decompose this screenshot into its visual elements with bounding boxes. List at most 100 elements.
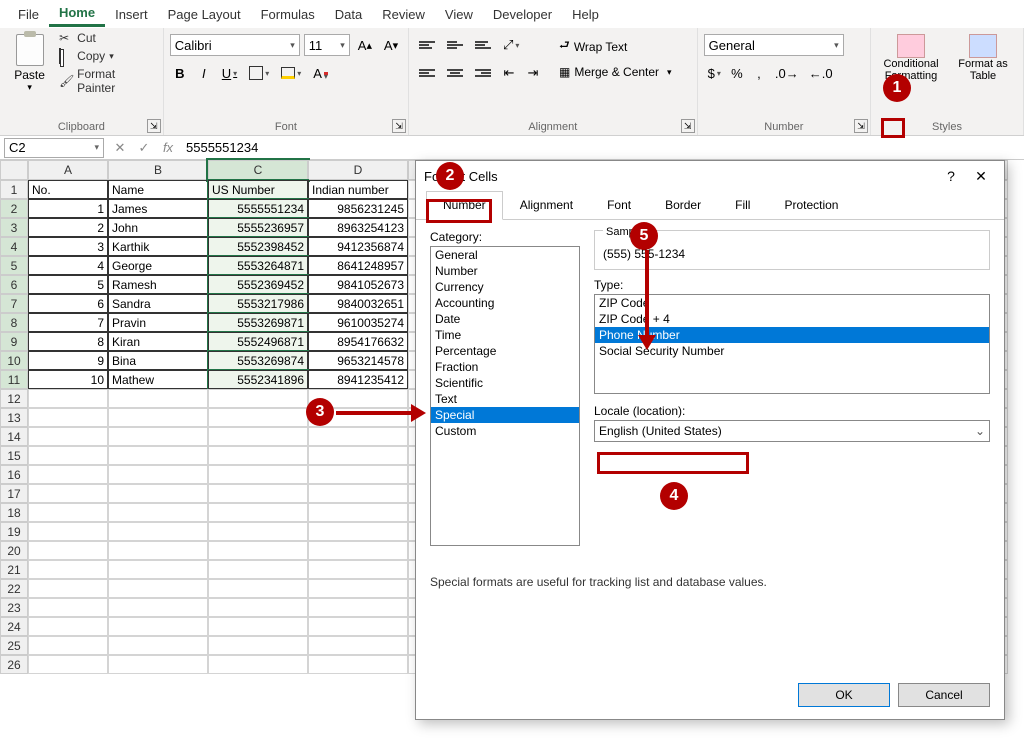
cell-A10[interactable]: 9 [28, 351, 108, 370]
row-header-8[interactable]: 8 [0, 313, 28, 332]
font-size-select[interactable]: 11 [304, 34, 350, 56]
menu-data[interactable]: Data [325, 3, 372, 26]
cell-B18[interactable] [108, 503, 208, 522]
format-painter-button[interactable]: 🖌Format Painter [57, 66, 157, 96]
cell-C18[interactable] [208, 503, 308, 522]
dialog-tab-font[interactable]: Font [590, 191, 648, 219]
row-header-10[interactable]: 10 [0, 351, 28, 370]
category-accounting[interactable]: Accounting [431, 295, 579, 311]
col-header-B[interactable]: B [108, 160, 208, 180]
cell-D5[interactable]: 8641248957 [308, 256, 408, 275]
menu-formulas[interactable]: Formulas [251, 3, 325, 26]
cell-C13[interactable] [208, 408, 308, 427]
category-general[interactable]: General [431, 247, 579, 263]
col-header-A[interactable]: A [28, 160, 108, 180]
cell-A18[interactable] [28, 503, 108, 522]
cell-A14[interactable] [28, 427, 108, 446]
cell-C7[interactable]: 5553217986 [208, 294, 308, 313]
decrease-decimal-button[interactable]: ←.0 [805, 62, 837, 84]
cell-D18[interactable] [308, 503, 408, 522]
cell-D6[interactable]: 9841052673 [308, 275, 408, 294]
cell-C19[interactable] [208, 522, 308, 541]
cell-C10[interactable]: 5553269874 [208, 351, 308, 370]
cell-C25[interactable] [208, 636, 308, 655]
row-header-16[interactable]: 16 [0, 465, 28, 484]
cell-B17[interactable] [108, 484, 208, 503]
cell-A24[interactable] [28, 617, 108, 636]
category-date[interactable]: Date [431, 311, 579, 327]
menu-developer[interactable]: Developer [483, 3, 562, 26]
number-dialog-launcher[interactable]: ⇲ [854, 119, 868, 133]
cell-B22[interactable] [108, 579, 208, 598]
accounting-format-button[interactable]: $ [704, 62, 725, 84]
row-header-11[interactable]: 11 [0, 370, 28, 389]
cell-C8[interactable]: 5553269871 [208, 313, 308, 332]
cell-A1[interactable]: No. [28, 180, 108, 199]
cell-A6[interactable]: 5 [28, 275, 108, 294]
cell-A13[interactable] [28, 408, 108, 427]
cell-B8[interactable]: Pravin [108, 313, 208, 332]
cell-D3[interactable]: 8963254123 [308, 218, 408, 237]
increase-decimal-button[interactable]: .0→ [771, 62, 803, 84]
col-header-C[interactable]: C [208, 160, 308, 180]
menu-view[interactable]: View [435, 3, 483, 26]
category-currency[interactable]: Currency [431, 279, 579, 295]
ok-button[interactable]: OK [798, 683, 890, 707]
cell-B25[interactable] [108, 636, 208, 655]
fx-icon[interactable]: fx [156, 140, 180, 155]
locale-select[interactable]: English (United States) [594, 420, 990, 442]
cell-D24[interactable] [308, 617, 408, 636]
italic-button[interactable]: I [194, 62, 214, 84]
category-number[interactable]: Number [431, 263, 579, 279]
menu-insert[interactable]: Insert [105, 3, 158, 26]
cell-D20[interactable] [308, 541, 408, 560]
row-header-2[interactable]: 2 [0, 199, 28, 218]
cell-C17[interactable] [208, 484, 308, 503]
align-middle-icon[interactable] [443, 34, 467, 56]
dialog-tab-number[interactable]: Number [426, 191, 503, 220]
cell-B7[interactable]: Sandra [108, 294, 208, 313]
cell-D8[interactable]: 9610035274 [308, 313, 408, 332]
align-left-icon[interactable] [415, 62, 439, 84]
cell-A9[interactable]: 8 [28, 332, 108, 351]
number-format-select[interactable]: General [704, 34, 844, 56]
cell-B2[interactable]: James [108, 199, 208, 218]
cell-B4[interactable]: Karthik [108, 237, 208, 256]
cell-A8[interactable]: 7 [28, 313, 108, 332]
cell-B23[interactable] [108, 598, 208, 617]
cell-A17[interactable] [28, 484, 108, 503]
cell-A7[interactable]: 6 [28, 294, 108, 313]
row-header-6[interactable]: 6 [0, 275, 28, 294]
font-name-select[interactable]: Calibri [170, 34, 300, 56]
cell-A4[interactable]: 3 [28, 237, 108, 256]
dialog-tab-fill[interactable]: Fill [718, 191, 767, 219]
format-table-button[interactable]: Format as Table [949, 34, 1017, 119]
cell-B26[interactable] [108, 655, 208, 674]
cell-C16[interactable] [208, 465, 308, 484]
row-header-9[interactable]: 9 [0, 332, 28, 351]
border-button[interactable] [245, 62, 273, 84]
cell-C15[interactable] [208, 446, 308, 465]
cell-B13[interactable] [108, 408, 208, 427]
cell-B24[interactable] [108, 617, 208, 636]
row-header-19[interactable]: 19 [0, 522, 28, 541]
font-dialog-launcher[interactable]: ⇲ [392, 119, 406, 133]
cell-B12[interactable] [108, 389, 208, 408]
row-header-21[interactable]: 21 [0, 560, 28, 579]
cell-A25[interactable] [28, 636, 108, 655]
cell-D16[interactable] [308, 465, 408, 484]
cell-A21[interactable] [28, 560, 108, 579]
row-header-20[interactable]: 20 [0, 541, 28, 560]
cell-B15[interactable] [108, 446, 208, 465]
cell-B3[interactable]: John [108, 218, 208, 237]
formula-input[interactable]: 5555551234 [180, 140, 1024, 155]
cell-D4[interactable]: 9412356874 [308, 237, 408, 256]
cell-D9[interactable]: 8954176632 [308, 332, 408, 351]
cell-C9[interactable]: 5552496871 [208, 332, 308, 351]
row-header-17[interactable]: 17 [0, 484, 28, 503]
cell-C3[interactable]: 5555236957 [208, 218, 308, 237]
cell-A2[interactable]: 1 [28, 199, 108, 218]
cell-C6[interactable]: 5552369452 [208, 275, 308, 294]
cell-A16[interactable] [28, 465, 108, 484]
dialog-close-button[interactable]: ✕ [966, 168, 996, 185]
